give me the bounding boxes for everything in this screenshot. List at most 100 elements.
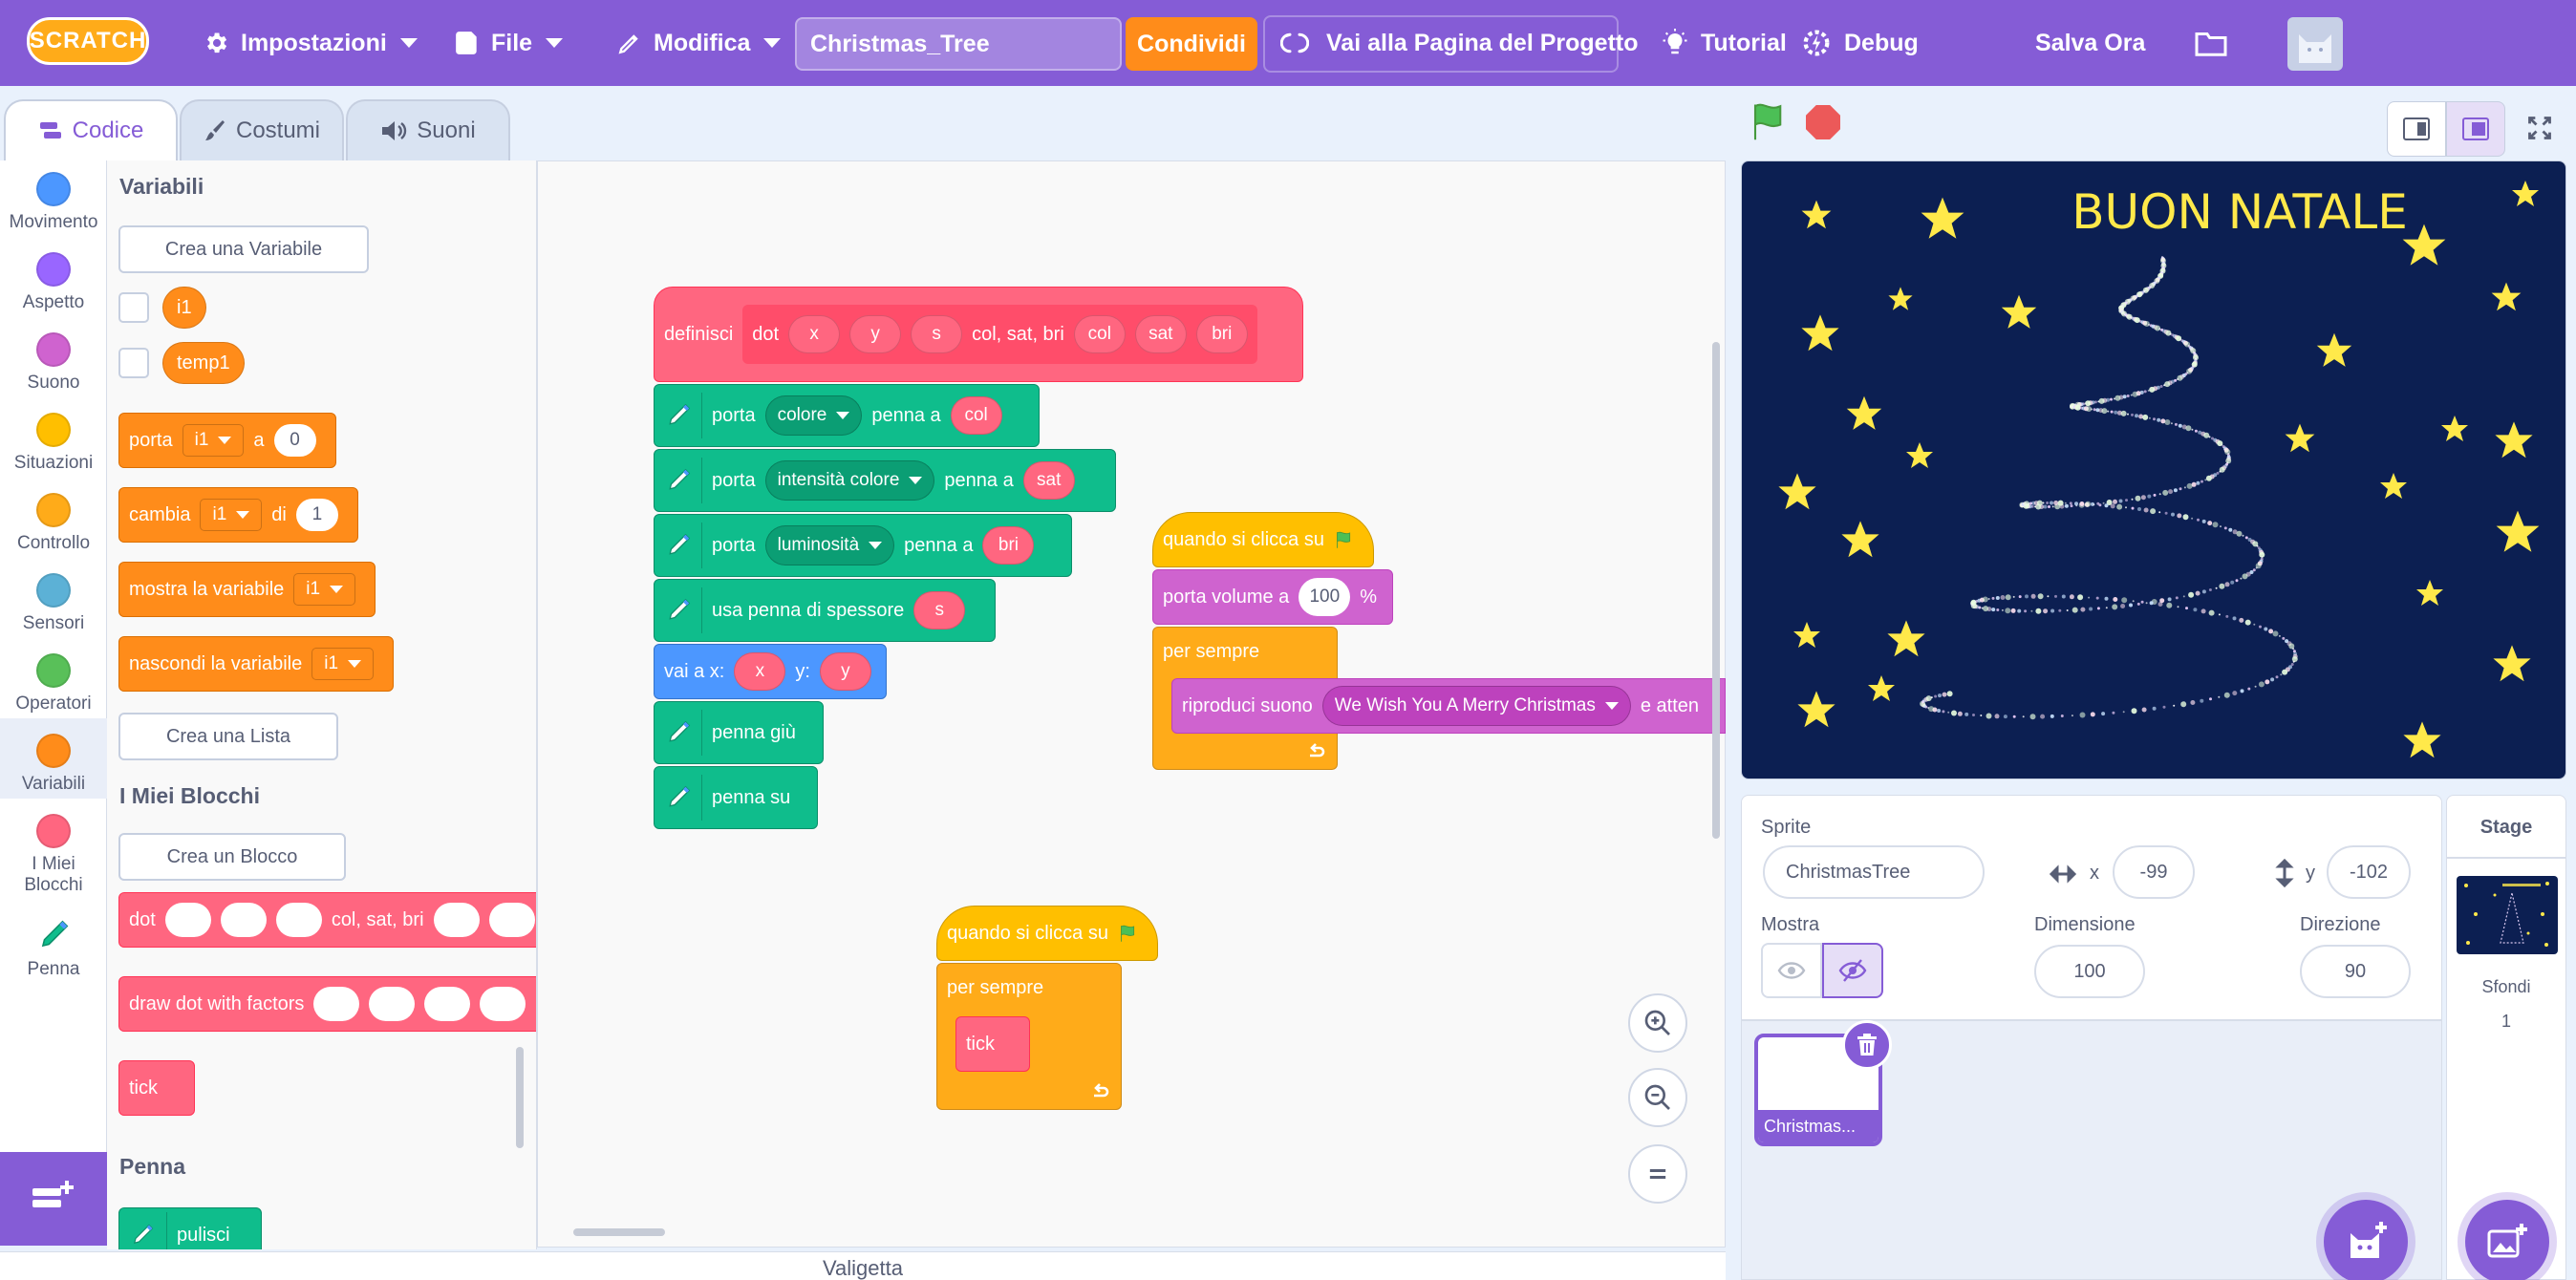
set-pen-saturation-block[interactable]: porta intensità colore penna a sat xyxy=(654,449,1116,512)
custom-block-prototype[interactable]: dot x y s col, sat, bri col sat bri xyxy=(742,305,1257,364)
sprite-name-input[interactable]: ChristmasTree xyxy=(1763,845,1985,899)
zoom-reset-button[interactable] xyxy=(1628,1144,1687,1204)
param-reporter[interactable]: x xyxy=(788,315,841,353)
variable-dropdown[interactable]: i1 xyxy=(200,499,263,531)
zoom-in-button[interactable] xyxy=(1628,993,1687,1053)
my-stuff-button[interactable] xyxy=(2194,0,2240,86)
edit-menu[interactable]: Modifica xyxy=(617,0,782,86)
value-input[interactable]: 1 xyxy=(295,499,338,531)
set-pen-size-block[interactable]: usa penna di spessore s xyxy=(654,579,996,642)
variable-dropdown[interactable]: i1 xyxy=(311,648,375,680)
category-control[interactable]: Controllo xyxy=(0,493,107,554)
tutorials-button[interactable]: Tutorial xyxy=(1661,0,1787,86)
workspace-horizontal-scrollbar[interactable] xyxy=(573,1228,665,1236)
param-input[interactable] xyxy=(480,987,526,1021)
param-reporter[interactable]: y xyxy=(849,315,902,353)
value-input[interactable]: 0 xyxy=(273,424,316,457)
backdrop-thumbnail[interactable] xyxy=(2457,876,2558,954)
project-title-input[interactable]: Christmas_Tree xyxy=(795,17,1122,71)
variable-reporter-i1[interactable]: i1 xyxy=(162,287,206,329)
param-input[interactable] xyxy=(433,903,480,937)
add-extension-button[interactable] xyxy=(0,1152,107,1246)
param-reporter[interactable]: x xyxy=(734,652,786,691)
set-variable-block[interactable]: porta i1 a 0 xyxy=(118,413,336,468)
param-reporter[interactable]: s xyxy=(913,591,966,629)
save-now-button[interactable]: Salva Ora xyxy=(2035,0,2145,86)
category-motion[interactable]: Movimento xyxy=(0,172,107,233)
size-input[interactable]: 100 xyxy=(2034,945,2145,998)
tick-call-block[interactable]: tick xyxy=(955,1016,1030,1072)
zoom-out-button[interactable] xyxy=(1628,1068,1687,1127)
pen-param-dropdown[interactable]: intensità colore xyxy=(764,460,935,501)
volume-input[interactable]: 100 xyxy=(1299,578,1351,616)
pen-param-dropdown[interactable]: luminosità xyxy=(764,525,895,565)
category-looks[interactable]: Aspetto xyxy=(0,252,107,313)
make-variable-button[interactable]: Crea una Variabile xyxy=(118,225,369,273)
direction-input[interactable]: 90 xyxy=(2300,945,2411,998)
tab-sounds[interactable]: Suoni xyxy=(346,99,510,160)
choose-sprite-button[interactable] xyxy=(2324,1200,2408,1280)
show-variable-block[interactable]: mostra la variabile i1 xyxy=(118,562,376,617)
tab-costumes[interactable]: Costumi xyxy=(180,99,344,160)
project-page-link[interactable]: Vai alla Pagina del Progetto xyxy=(1280,0,1639,86)
param-input[interactable] xyxy=(220,903,267,937)
backpack-panel[interactable]: Valigetta xyxy=(0,1251,1726,1280)
file-menu[interactable]: File xyxy=(455,0,564,86)
stage-canvas[interactable]: BUON NATALE xyxy=(1741,160,2566,779)
green-flag-button[interactable] xyxy=(1749,101,1789,146)
goto-xy-block[interactable]: vai a x: x y: y xyxy=(654,644,887,699)
variable-checkbox-temp1[interactable] xyxy=(118,348,149,378)
category-sensing[interactable]: Sensori xyxy=(0,573,107,634)
draw-dot-custom-block[interactable]: draw dot with factors xyxy=(118,976,536,1032)
param-input[interactable] xyxy=(424,987,471,1021)
x-position-input[interactable]: -99 xyxy=(2113,845,2195,899)
workspace-vertical-scrollbar[interactable] xyxy=(1712,342,1720,839)
category-operators[interactable]: Operatori xyxy=(0,653,107,715)
make-block-button[interactable]: Crea un Blocco xyxy=(118,833,346,881)
param-reporter[interactable]: sat xyxy=(1134,315,1187,353)
param-reporter[interactable]: sat xyxy=(1022,461,1075,500)
normal-stage-button[interactable] xyxy=(2446,101,2505,157)
small-stage-button[interactable] xyxy=(2387,101,2446,157)
param-reporter[interactable]: col xyxy=(950,396,1002,435)
debug-button[interactable]: Debug xyxy=(1800,0,1919,86)
variable-dropdown[interactable]: i1 xyxy=(182,424,245,457)
pen-down-block[interactable]: penna giù xyxy=(654,701,824,764)
hide-variable-block[interactable]: nascondi la variabile i1 xyxy=(118,636,395,692)
variable-reporter-temp1[interactable]: temp1 xyxy=(162,342,245,384)
param-input[interactable] xyxy=(369,987,416,1021)
change-variable-block[interactable]: cambia i1 di 1 xyxy=(118,487,358,543)
set-volume-block[interactable]: porta volume a 100 % xyxy=(1152,569,1393,625)
stop-button[interactable] xyxy=(1806,105,1840,139)
hide-sprite-button[interactable] xyxy=(1822,943,1883,998)
variable-dropdown[interactable]: i1 xyxy=(293,573,356,606)
param-reporter[interactable]: bri xyxy=(982,526,1035,565)
scratch-logo[interactable]: SCRATCH xyxy=(27,17,149,65)
define-dot-hat-block[interactable]: definisci dot x y s col, sat, bri col sa… xyxy=(654,287,1303,382)
erase-all-block[interactable]: pulisci xyxy=(118,1207,262,1249)
user-avatar[interactable] xyxy=(2287,17,2343,71)
set-pen-brightness-block[interactable]: porta luminosità penna a bri xyxy=(654,514,1072,577)
y-position-input[interactable]: -102 xyxy=(2327,845,2411,899)
settings-menu[interactable]: Impostazioni xyxy=(203,0,418,86)
param-input[interactable] xyxy=(275,903,322,937)
param-input[interactable] xyxy=(488,903,535,937)
when-flag-clicked-hat-block[interactable]: quando si clicca su xyxy=(936,906,1158,961)
param-reporter[interactable]: s xyxy=(911,315,963,353)
show-sprite-button[interactable] xyxy=(1761,943,1822,998)
category-events[interactable]: Situazioni xyxy=(0,413,107,474)
play-sound-until-done-block[interactable]: riproduci suono We Wish You A Merry Chri… xyxy=(1171,678,1726,734)
pen-param-dropdown[interactable]: colore xyxy=(764,395,863,436)
share-button[interactable]: Condividi xyxy=(1126,17,1257,71)
sound-dropdown[interactable]: We Wish You A Merry Christmas xyxy=(1321,686,1631,726)
tab-code[interactable]: Codice xyxy=(4,99,178,160)
param-reporter[interactable]: bri xyxy=(1195,315,1248,353)
tick-custom-block[interactable]: tick xyxy=(118,1060,195,1116)
fullscreen-button[interactable] xyxy=(2519,105,2561,151)
param-reporter[interactable]: col xyxy=(1073,315,1126,353)
make-list-button[interactable]: Crea una Lista xyxy=(118,713,338,760)
param-input[interactable] xyxy=(313,987,360,1021)
param-reporter[interactable]: y xyxy=(819,652,871,691)
pen-up-block[interactable]: penna su xyxy=(654,766,818,829)
when-flag-clicked-hat-block[interactable]: quando si clicca su xyxy=(1152,512,1374,567)
